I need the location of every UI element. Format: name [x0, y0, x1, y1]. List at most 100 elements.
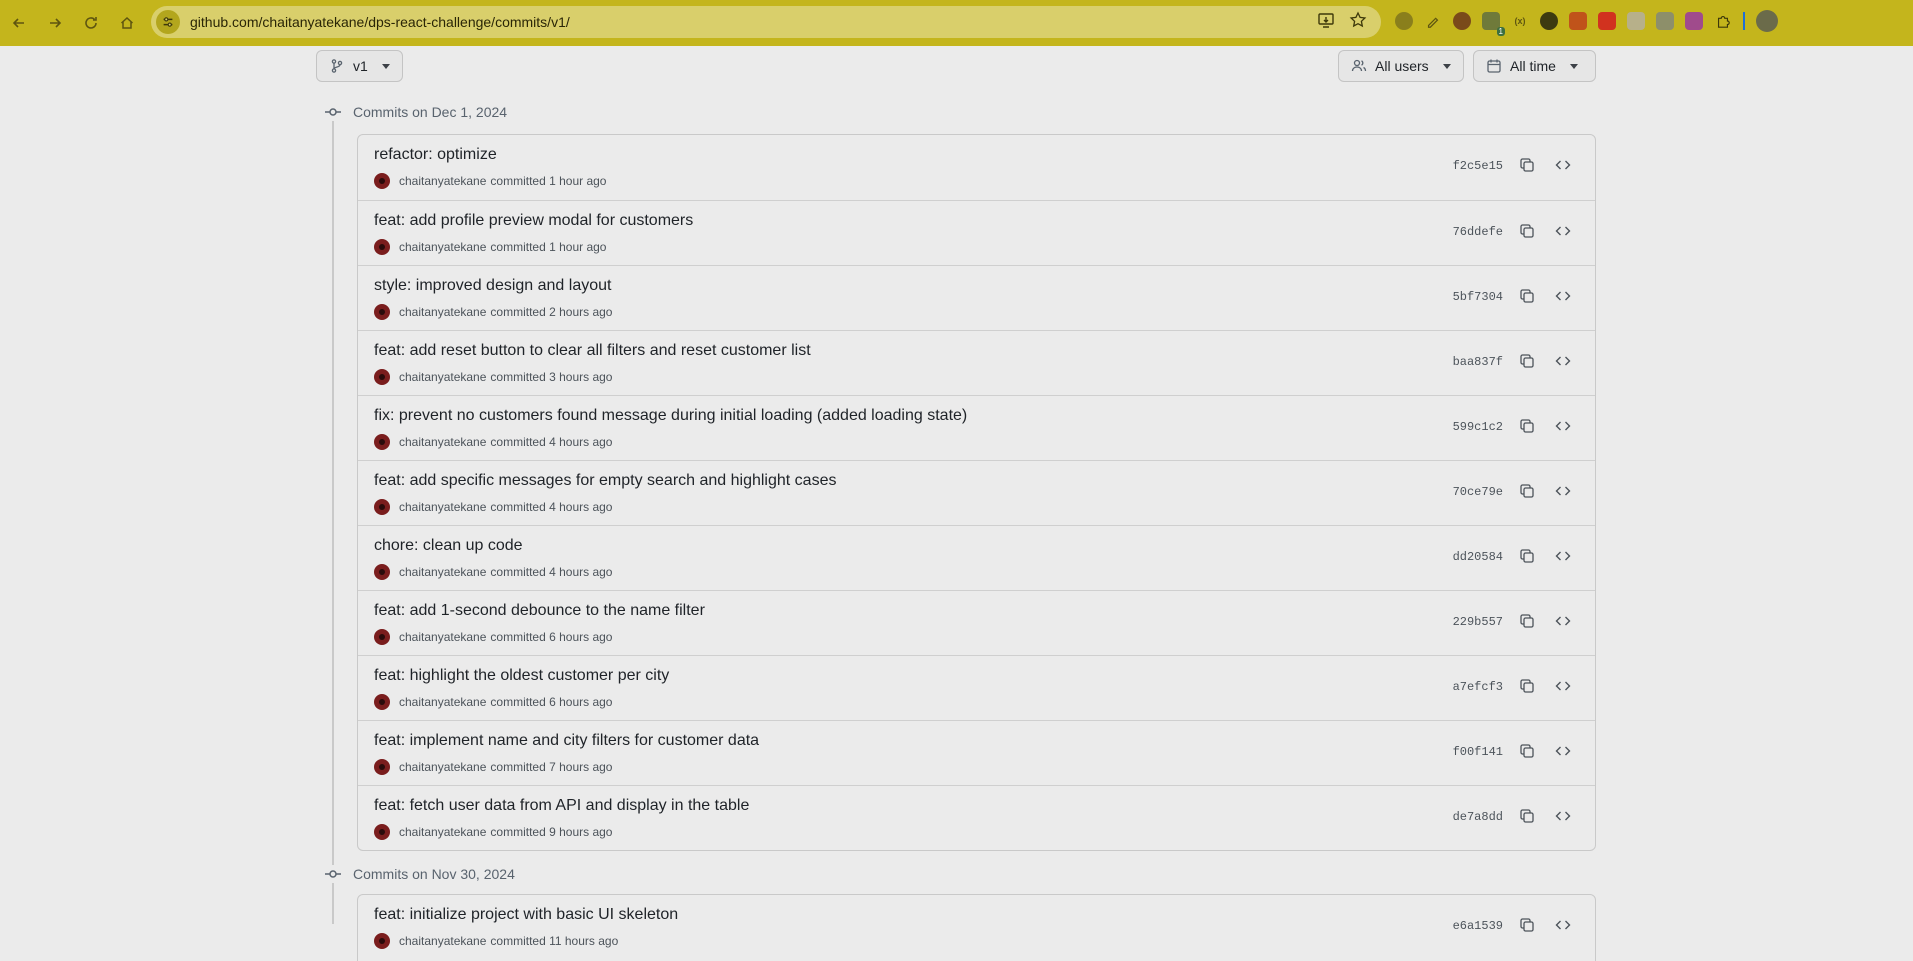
commit-message-link[interactable]: feat: add specific messages for empty se…	[374, 472, 836, 490]
commit-message-link[interactable]: feat: fetch user data from API and displ…	[374, 797, 749, 815]
commit-message-link[interactable]: feat: add reset button to clear all filt…	[374, 342, 811, 360]
commit-author-link[interactable]: chaitanyatekane	[399, 240, 486, 254]
commit-author-link[interactable]: chaitanyatekane	[399, 630, 486, 644]
time-filter-button[interactable]: All time	[1473, 50, 1596, 82]
forward-icon[interactable]	[40, 8, 70, 38]
browse-code-icon[interactable]	[1553, 155, 1573, 175]
browse-code-icon[interactable]	[1553, 546, 1573, 566]
commit-message-link[interactable]: feat: add profile preview modal for cust…	[374, 212, 693, 230]
avatar[interactable]	[374, 499, 390, 515]
reload-icon[interactable]	[76, 8, 106, 38]
site-info-icon[interactable]	[156, 10, 180, 34]
extension-code-icon[interactable]: (x)	[1511, 12, 1529, 30]
avatar[interactable]	[374, 434, 390, 450]
commit-message-link[interactable]: feat: initialize project with basic UI s…	[374, 906, 678, 924]
extensions-puzzle-icon[interactable]	[1714, 12, 1732, 30]
commit-row[interactable]: style: improved design and layout chaitan…	[358, 265, 1595, 330]
copy-icon[interactable]	[1517, 806, 1537, 826]
commit-message-link[interactable]: style: improved design and layout	[374, 277, 611, 295]
commit-sha-link[interactable]: 76ddefe	[1453, 225, 1503, 239]
commit-sha-link[interactable]: 229b557	[1453, 615, 1503, 629]
avatar[interactable]	[374, 304, 390, 320]
commit-sha-link[interactable]: 599c1c2	[1453, 420, 1503, 434]
commit-message-link[interactable]: feat: add 1-second debounce to the name …	[374, 602, 705, 620]
avatar[interactable]	[374, 759, 390, 775]
commit-row[interactable]: feat: fetch user data from API and displ…	[358, 785, 1595, 850]
browse-code-icon[interactable]	[1553, 221, 1573, 241]
browse-code-icon[interactable]	[1553, 915, 1573, 935]
extension-stack-icon[interactable]	[1598, 12, 1616, 30]
commit-message-link[interactable]: feat: highlight the oldest customer per …	[374, 667, 669, 685]
extension-mail-icon[interactable]: 1	[1482, 12, 1505, 36]
avatar[interactable]	[374, 564, 390, 580]
copy-icon[interactable]	[1517, 546, 1537, 566]
commit-author-link[interactable]: chaitanyatekane	[399, 934, 486, 948]
commit-sha-link[interactable]: baa837f	[1453, 355, 1503, 369]
commit-author-link[interactable]: chaitanyatekane	[399, 825, 486, 839]
commit-message-link[interactable]: fix: prevent no customers found message …	[374, 407, 967, 425]
browse-code-icon[interactable]	[1553, 676, 1573, 696]
commit-sha-link[interactable]: de7a8dd	[1453, 810, 1503, 824]
branch-selector-button[interactable]: v1	[316, 50, 403, 82]
copy-icon[interactable]	[1517, 221, 1537, 241]
commit-author-link[interactable]: chaitanyatekane	[399, 500, 486, 514]
users-filter-button[interactable]: All users	[1338, 50, 1464, 82]
install-app-icon[interactable]	[1317, 11, 1335, 34]
avatar[interactable]	[374, 369, 390, 385]
bookmark-star-icon[interactable]	[1349, 10, 1367, 34]
extension-circle-icon[interactable]	[1395, 12, 1413, 30]
avatar[interactable]	[374, 239, 390, 255]
extension-m-icon[interactable]	[1685, 12, 1703, 30]
commit-message-link[interactable]: chore: clean up code	[374, 537, 523, 555]
browse-code-icon[interactable]	[1553, 286, 1573, 306]
browse-code-icon[interactable]	[1553, 351, 1573, 371]
commit-sha-link[interactable]: f00f141	[1453, 745, 1503, 759]
browse-code-icon[interactable]	[1553, 741, 1573, 761]
extension-folder-icon[interactable]	[1569, 12, 1587, 30]
commit-author-link[interactable]: chaitanyatekane	[399, 370, 486, 384]
commit-row[interactable]: feat: add reset button to clear all filt…	[358, 330, 1595, 395]
commit-author-link[interactable]: chaitanyatekane	[399, 760, 486, 774]
extension-doc-icon[interactable]	[1627, 12, 1645, 30]
commit-author-link[interactable]: chaitanyatekane	[399, 695, 486, 709]
commit-sha-link[interactable]: a7efcf3	[1453, 680, 1503, 694]
commit-row[interactable]: feat: add specific messages for empty se…	[358, 460, 1595, 525]
commit-sha-link[interactable]: 5bf7304	[1453, 290, 1503, 304]
commit-row[interactable]: feat: add 1-second debounce to the name …	[358, 590, 1595, 655]
avatar[interactable]	[374, 933, 390, 949]
profile-avatar[interactable]	[1756, 10, 1778, 32]
browse-code-icon[interactable]	[1553, 481, 1573, 501]
copy-icon[interactable]	[1517, 155, 1537, 175]
copy-icon[interactable]	[1517, 351, 1537, 371]
extension-cookie-icon[interactable]	[1453, 12, 1471, 30]
commit-author-link[interactable]: chaitanyatekane	[399, 435, 486, 449]
avatar[interactable]	[374, 694, 390, 710]
commit-row[interactable]: refactor: optimize chaitanyatekane committ…	[358, 135, 1595, 200]
commit-message-link[interactable]: feat: implement name and city filters fo…	[374, 732, 759, 750]
back-icon[interactable]	[4, 8, 34, 38]
copy-icon[interactable]	[1517, 481, 1537, 501]
commit-row[interactable]: feat: add profile preview modal for cust…	[358, 200, 1595, 265]
browse-code-icon[interactable]	[1553, 806, 1573, 826]
copy-icon[interactable]	[1517, 741, 1537, 761]
extension-tool-icon[interactable]	[1656, 12, 1674, 30]
commit-author-link[interactable]: chaitanyatekane	[399, 174, 486, 188]
commit-sha-link[interactable]: e6a1539	[1453, 919, 1503, 933]
commit-sha-link[interactable]: dd20584	[1453, 550, 1503, 564]
commit-sha-link[interactable]: f2c5e15	[1453, 159, 1503, 173]
browse-code-icon[interactable]	[1553, 611, 1573, 631]
avatar[interactable]	[374, 629, 390, 645]
commit-sha-link[interactable]: 70ce79e	[1453, 485, 1503, 499]
commit-message-link[interactable]: refactor: optimize	[374, 146, 497, 164]
commit-row[interactable]: chore: clean up code chaitanyatekane commi…	[358, 525, 1595, 590]
avatar[interactable]	[374, 173, 390, 189]
home-icon[interactable]	[112, 8, 142, 38]
copy-icon[interactable]	[1517, 611, 1537, 631]
copy-icon[interactable]	[1517, 416, 1537, 436]
commit-author-link[interactable]: chaitanyatekane	[399, 565, 486, 579]
address-bar[interactable]: github.com/chaitanyatekane/dps-react-cha…	[151, 6, 1381, 38]
commit-row[interactable]: fix: prevent no customers found message …	[358, 395, 1595, 460]
copy-icon[interactable]	[1517, 676, 1537, 696]
avatar[interactable]	[374, 824, 390, 840]
commit-row[interactable]: feat: highlight the oldest customer per …	[358, 655, 1595, 720]
